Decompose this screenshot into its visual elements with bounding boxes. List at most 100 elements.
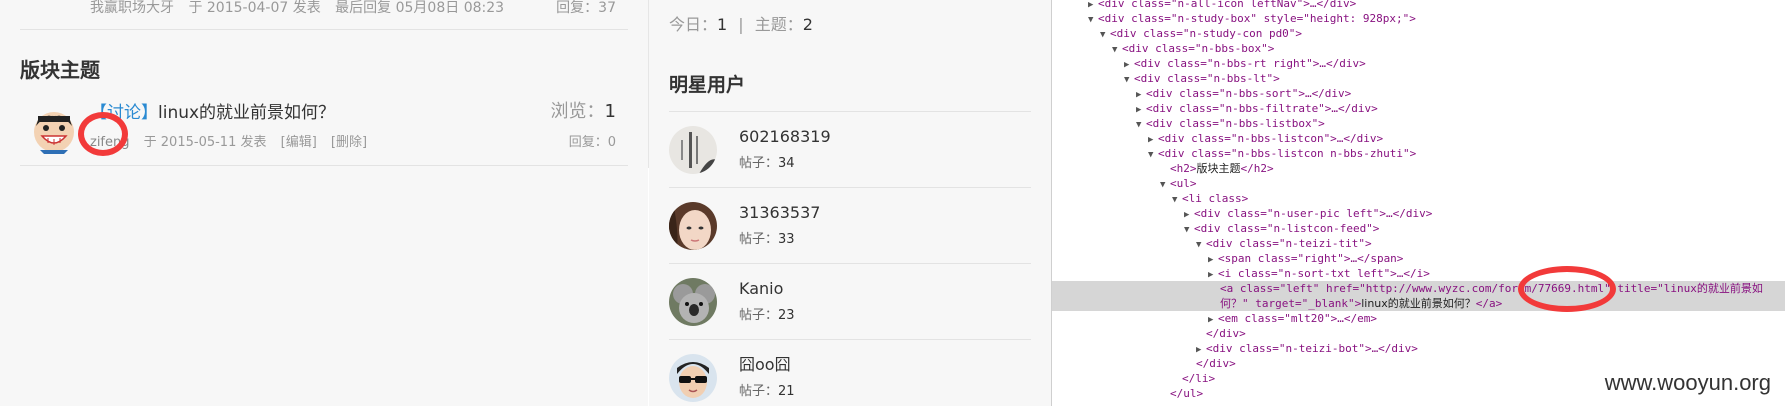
dom-node-text: <div class="n-bbs-sort">…</div> (1146, 87, 1352, 100)
views-count: 1 (604, 101, 616, 122)
dom-node-text: <em class="mlt20">…</em> (1218, 312, 1377, 325)
user-avatar[interactable] (30, 106, 78, 154)
dom-node-inner-text: linux的就业前景如何？ (1361, 297, 1476, 310)
topic-reply-count: 回复：0 (569, 134, 616, 152)
posts-label: 帖子： (739, 308, 779, 323)
previous-topic-author[interactable]: 我赢职场大牙 (90, 0, 174, 16)
dom-node-text: <div class="n-all-icon leftNav">…</div> (1098, 0, 1357, 10)
dom-node[interactable]: ▼ <div class="n-bbs-box"> (1052, 41, 1785, 56)
dom-node-text: <div class="n-bbs-listcon">…</div> (1158, 132, 1384, 145)
star-user-avatar[interactable] (669, 278, 717, 326)
reply-label: 回复： (556, 0, 599, 16)
star-user-avatar[interactable] (669, 354, 717, 402)
previous-topic-row[interactable]: 我赢职场大牙 于 2015-04-07 发表 最后回复 05月08日 08:23… (20, 0, 628, 30)
dom-node[interactable]: ▼ <div class="n-teizi-tit"> (1052, 236, 1785, 251)
topic-views: 浏览：1 (551, 100, 616, 124)
dom-node[interactable]: ▶ <div class="n-bbs-listcon">…</div> (1052, 131, 1785, 146)
star-user-name[interactable]: 31363537 (739, 202, 820, 224)
previous-topic-meta: 我赢职场大牙 于 2015-04-07 发表 最后回复 05月08日 08:23 (90, 0, 514, 16)
dom-node-text: </div> (1206, 327, 1246, 340)
dom-node[interactable]: ▶ <em class="mlt20">…</em> (1052, 311, 1785, 326)
dom-node-text: <div class="n-bbs-rt right">…</div> (1134, 57, 1366, 70)
dom-node-text: <i class="n-sort-txt left">…</i> (1218, 267, 1430, 280)
dom-node-text: <a class="left" href="http://www.wyzc.co… (1220, 282, 1763, 295)
dom-node[interactable]: ▼ <ul> (1052, 176, 1785, 191)
reply-label: 回复： (568, 135, 608, 150)
dom-node-text: <div class="n-bbs-lt"> (1134, 72, 1280, 85)
devtools-elements-panel[interactable]: ▶ <div class="n-all-icon leftNav">…</div>… (1051, 0, 1785, 406)
dom-node[interactable]: ▶ <div class="n-bbs-rt right">…</div> (1052, 56, 1785, 71)
dom-node-text: <div class="n-study-con pd0"> (1110, 27, 1303, 40)
dom-node[interactable]: ▼ <div class="n-listcon-feed"> (1052, 221, 1785, 236)
dom-node[interactable]: ▼ <div class="n-study-box" style="height:… (1052, 11, 1785, 26)
star-user-name[interactable]: 囧oo囧 (739, 354, 791, 376)
dom-node[interactable]: ▼ <div class="n-study-con pd0"> (1052, 26, 1785, 41)
dom-node-selected-continued[interactable]: 何？" target="_blank">linux的就业前景如何？</a> (1052, 296, 1785, 311)
dom-node-text: <div class="n-teizi-bot">…</div> (1206, 342, 1418, 355)
dom-node[interactable]: ▼ <li class> (1052, 191, 1785, 206)
dom-node[interactable]: ▶ <div class="n-all-icon leftNav">…</div> (1052, 0, 1785, 11)
dom-node[interactable]: ▶ <i class="n-sort-txt left">…</i> (1052, 266, 1785, 281)
star-user-posts: 帖子：34 (739, 155, 795, 173)
dom-node[interactable]: <h2>版块主题</h2> (1052, 161, 1785, 176)
posts-count: 33 (778, 232, 795, 247)
dom-node-text: 何？" target="_blank"> (1220, 297, 1362, 310)
star-user-name[interactable]: Kanio (739, 278, 783, 300)
posts-label: 帖子： (739, 232, 779, 247)
topic-title-link[interactable]: linux的就业前景如何？ (158, 103, 335, 123)
dom-node-text: <ul> (1170, 177, 1197, 190)
dom-node-text: <li class> (1182, 192, 1249, 205)
dom-node-text: 版块主题 (1196, 162, 1241, 175)
section-title: 版块主题 (20, 58, 100, 82)
dom-node[interactable]: ▼ <div class="n-bbs-listbox"> (1052, 116, 1785, 131)
star-users-title: 明星用户 (669, 74, 746, 96)
posts-count: 34 (778, 156, 795, 171)
star-user-item[interactable]: 602168319 帖子：34 (669, 111, 1031, 187)
previous-topic-reply-count: 回复：37 (556, 0, 616, 16)
today-count: 1 (717, 15, 728, 34)
previous-topic-last-reply: 最后回复 05月08日 08:23 (335, 0, 505, 16)
dom-node-text: </ul> (1170, 387, 1204, 400)
dom-node[interactable]: ▶ <div class="n-teizi-bot">…</div> (1052, 341, 1785, 356)
dom-node[interactable]: ▶ <span class="right">…</span> (1052, 251, 1785, 266)
sidebar: 今日：1 | 主题：2 明星用户 602168319 帖子：34 3136353… (649, 0, 1051, 406)
previous-topic-avatar (32, 0, 80, 6)
posts-count: 23 (778, 308, 795, 323)
star-user-avatar[interactable] (669, 202, 717, 250)
dom-node-selected[interactable]: <a class="left" href="http://www.wyzc.co… (1052, 281, 1785, 296)
stats-separator: | (738, 15, 744, 34)
dom-node-text: <div class="n-study-box" style="height: … (1098, 12, 1416, 25)
star-user-item[interactable]: Kanio 帖子：23 (669, 263, 1031, 339)
star-user-posts: 帖子：23 (739, 307, 795, 325)
star-user-name[interactable]: 602168319 (739, 126, 831, 148)
reply-count: 0 (607, 135, 616, 150)
topics-count: 2 (802, 15, 813, 34)
dom-node[interactable]: ▶ <div class="n-user-pic left">…</div> (1052, 206, 1785, 221)
watermark: www.wooyun.org (1600, 370, 1775, 396)
star-user-avatar[interactable] (669, 126, 717, 174)
dom-node[interactable]: ▼ <div class="n-bbs-lt"> (1052, 71, 1785, 86)
dom-node-text: <div class="n-bbs-filtrate">…</div> (1146, 102, 1378, 115)
dom-node[interactable]: </div> (1052, 356, 1785, 371)
star-user-posts: 帖子：33 (739, 231, 795, 249)
dom-node-open-tag: <h2> (1170, 162, 1197, 175)
edit-link[interactable]: [编辑] (281, 135, 317, 150)
dom-node[interactable]: ▶ <div class="n-bbs-sort">…</div> (1052, 86, 1785, 101)
views-label: 浏览： (550, 101, 605, 122)
star-user-item[interactable]: 囧oo囧 帖子：21 (669, 339, 1031, 406)
forum-stats: 今日：1 | 主题：2 (669, 14, 813, 36)
dom-node[interactable]: ▶ <div class="n-bbs-filtrate">…</div> (1052, 101, 1785, 116)
dom-node-text: <div class="n-listcon-feed"> (1194, 222, 1380, 235)
topic-date: 于 2015-05-11 发表 (143, 135, 267, 150)
forum-list-panel: 我赢职场大牙 于 2015-04-07 发表 最后回复 05月08日 08:23… (0, 0, 648, 406)
dom-node-text: <div class="n-bbs-listbox"> (1146, 117, 1325, 130)
posts-count: 21 (778, 384, 795, 399)
dom-node-text: <div class="n-teizi-tit"> (1206, 237, 1372, 250)
highlight-circle-url (1518, 266, 1616, 312)
previous-topic-date: 于 2015-04-07 发表 (188, 0, 321, 16)
delete-link[interactable]: [删除] (331, 135, 367, 150)
dom-node[interactable]: </div> (1052, 326, 1785, 341)
dom-node[interactable]: ▼ <div class="n-bbs-listcon n-bbs-zhuti"> (1052, 146, 1785, 161)
topic-title: 【讨论】linux的就业前景如何？ (90, 102, 335, 124)
star-user-item[interactable]: 31363537 帖子：33 (669, 187, 1031, 263)
